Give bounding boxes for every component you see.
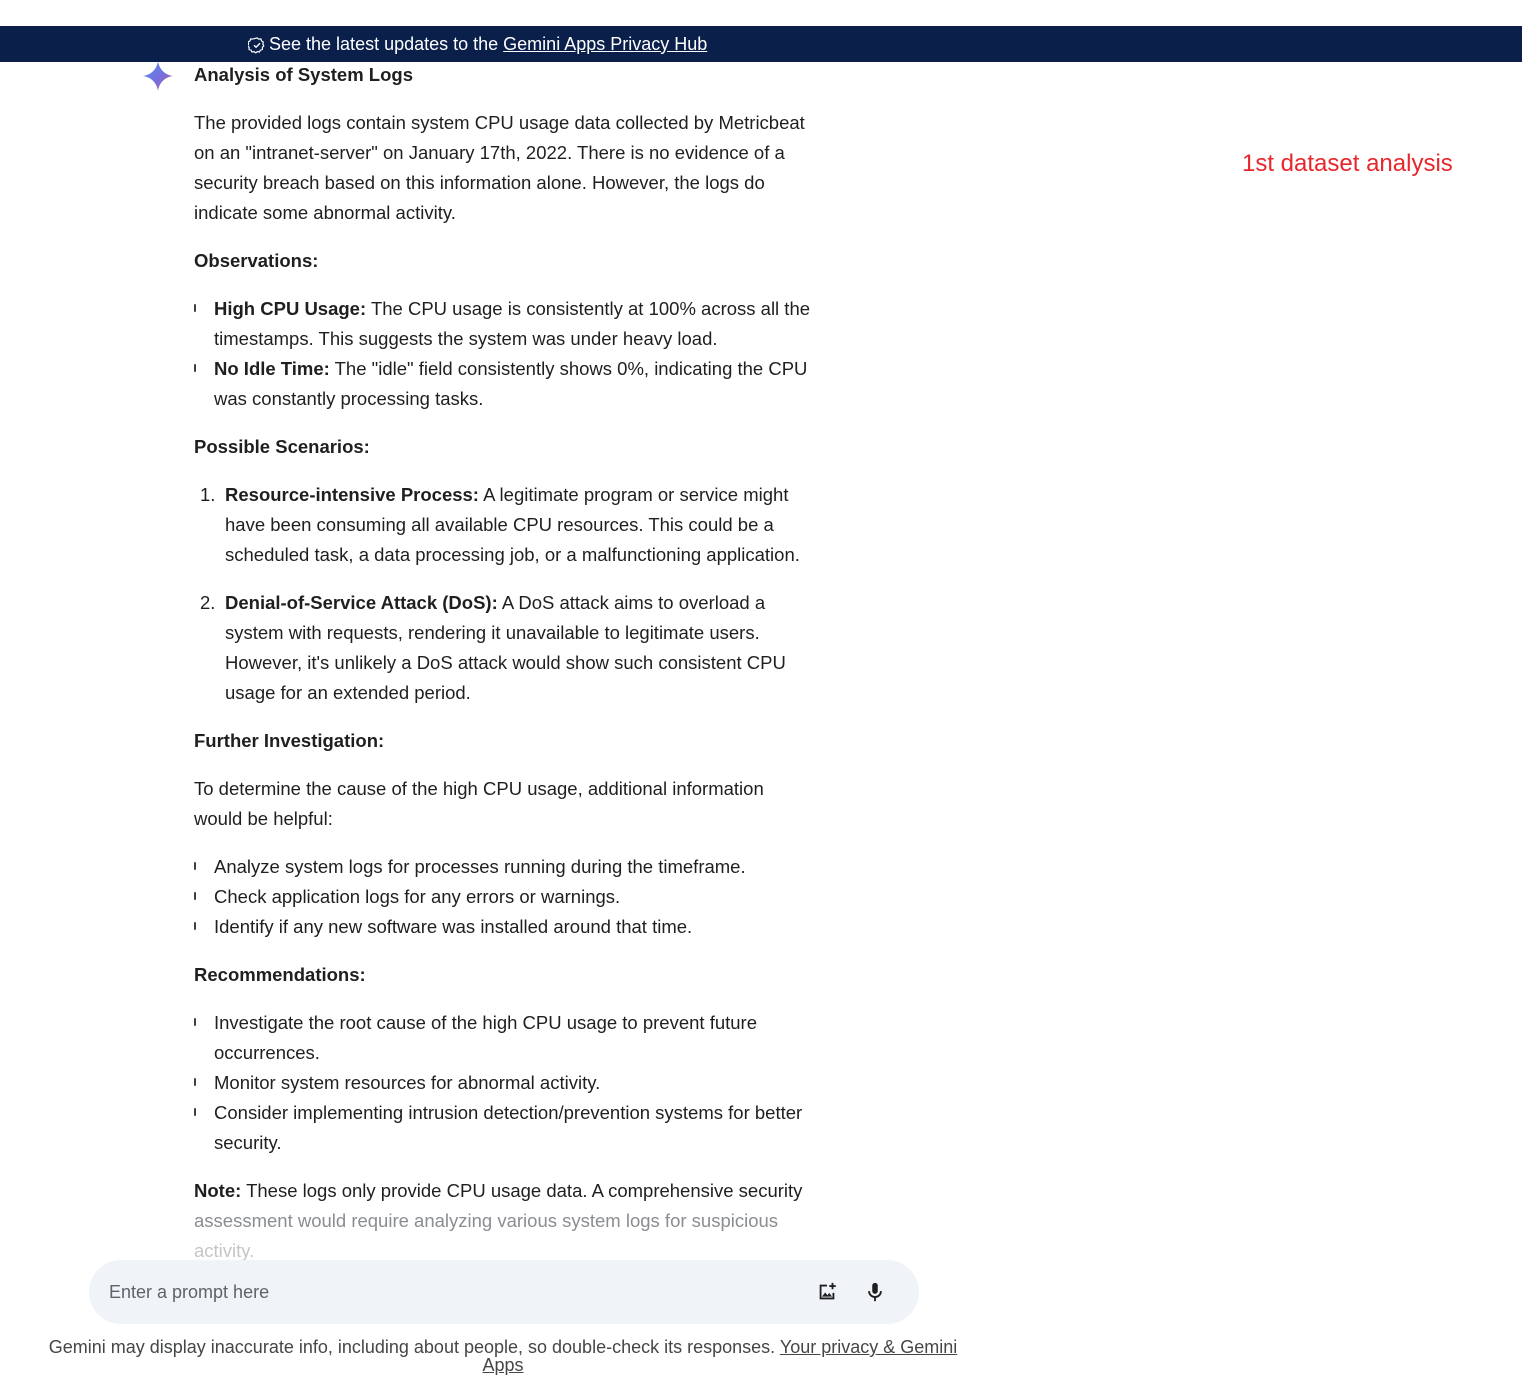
observations-list: High CPU Usage: The CPU usage is consist… bbox=[194, 294, 812, 414]
observations-heading: Observations: bbox=[194, 250, 319, 271]
model-response: Analysis of System Logs The provided log… bbox=[194, 62, 812, 1284]
recommendations-heading: Recommendations: bbox=[194, 964, 366, 985]
privacy-hub-link[interactable]: Gemini Apps Privacy Hub bbox=[503, 34, 707, 55]
disclaimer-footer: Gemini may display inaccurate info, incl… bbox=[40, 1338, 966, 1374]
banner-text: See the latest updates to the bbox=[269, 33, 499, 54]
privacy-banner: See the latest updates to the Gemini App… bbox=[0, 26, 1522, 62]
verified-check-icon bbox=[248, 36, 266, 54]
scenarios-heading: Possible Scenarios: bbox=[194, 436, 370, 457]
list-item: Analyze system logs for processes runnin… bbox=[194, 852, 812, 882]
prompt-input[interactable] bbox=[109, 1281, 799, 1303]
response-note: Note: These logs only provide CPU usage … bbox=[194, 1180, 803, 1261]
dataset-annotation: 1st dataset analysis bbox=[1242, 150, 1453, 177]
microphone-icon bbox=[868, 1282, 882, 1302]
list-item: No Idle Time: The "idle" field consisten… bbox=[194, 354, 812, 414]
list-item: 2. Denial-of-Service Attack (DoS): A DoS … bbox=[200, 592, 786, 703]
response-intro: The provided logs contain system CPU usa… bbox=[194, 112, 805, 223]
gemini-chat-page: See the latest updates to the Gemini App… bbox=[0, 0, 1522, 1376]
disclaimer-text: Gemini may display inaccurate info, incl… bbox=[48, 1337, 776, 1357]
investigation-heading: Further Investigation: bbox=[194, 730, 385, 751]
scenarios-list: 1. Resource-intensive Process: A legitima… bbox=[194, 480, 812, 708]
upload-image-button[interactable] bbox=[807, 1272, 847, 1312]
microphone-button[interactable] bbox=[855, 1272, 895, 1312]
list-item: Check application logs for any errors or… bbox=[194, 882, 812, 912]
investigation-intro: To determine the cause of the high CPU u… bbox=[194, 778, 764, 829]
list-item: Investigate the root cause of the high C… bbox=[194, 1008, 812, 1068]
list-item: High CPU Usage: The CPU usage is consist… bbox=[194, 294, 812, 354]
add-image-icon bbox=[819, 1282, 836, 1300]
recommendations-list: Investigate the root cause of the high C… bbox=[194, 1008, 812, 1158]
investigation-list: Analyze system logs for processes runnin… bbox=[194, 852, 812, 942]
list-item: Consider implementing intrusion detectio… bbox=[194, 1098, 812, 1158]
list-item: Identify if any new software was install… bbox=[194, 912, 812, 942]
prompt-bar bbox=[89, 1260, 919, 1324]
gemini-spark-icon bbox=[142, 60, 174, 92]
response-title: Analysis of System Logs bbox=[194, 64, 413, 85]
list-item: Monitor system resources for abnormal ac… bbox=[194, 1068, 812, 1098]
list-item: 1. Resource-intensive Process: A legitima… bbox=[200, 484, 800, 565]
